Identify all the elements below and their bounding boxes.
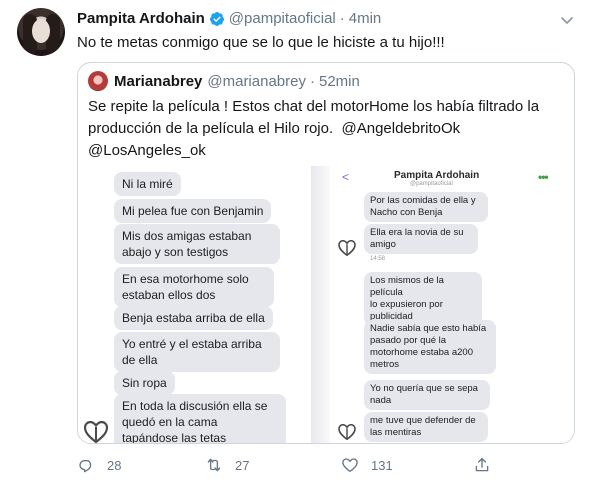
chat-bubble: Nadie sabía que esto había pasado por qu… <box>364 320 496 374</box>
tweet-time[interactable]: 4min <box>349 10 382 27</box>
chat-bubble: En toda la discusión ella se quedó en la… <box>114 394 286 444</box>
chat-bubble: Yo no quería que se sepa nada <box>364 380 490 410</box>
chat-screenshot-right: < Pampita Ardohain @pampitaoficial ••• P… <box>330 166 574 443</box>
reply-button[interactable]: 28 <box>77 456 121 474</box>
chat-bubble-line: Nadie sabía que esto había <box>370 323 487 334</box>
chat-bubble-line: quedó en la cama <box>122 415 218 429</box>
chat-bubble: Ni la miré <box>114 172 181 196</box>
chat-bubble-line: lo expusieron por <box>370 299 443 310</box>
like-button[interactable]: 131 <box>341 456 393 474</box>
verified-badge-icon <box>209 11 224 26</box>
separator-dot: · <box>309 72 315 90</box>
heart-avatar-icon <box>338 424 356 440</box>
chat-bubble: Mis dos amigas estaban abajo y son testi… <box>114 224 280 264</box>
mention-losangeles[interactable]: @LosAngeles_ok <box>88 140 568 162</box>
chat-bubble: Benja estaba arriba de ella <box>114 306 273 330</box>
back-icon: < <box>342 170 350 184</box>
heart-avatar-icon <box>338 240 356 256</box>
chat-bubble-line: las mentiras <box>370 427 422 438</box>
chat-contact-handle: @pampitaoficial <box>410 181 453 187</box>
chat-timestamp: 14:58 <box>370 256 386 262</box>
chat-bubble: Yo entré y el estaba arriba de ella <box>114 332 280 372</box>
share-button[interactable] <box>473 456 503 474</box>
quoted-text-line-2: producción de la película el Hilo rojo. … <box>88 118 568 140</box>
chat-bubble-line: Por las comidas de ella y <box>370 195 476 206</box>
chat-bubble-line: Los mismos de la película <box>370 275 444 298</box>
author-avatar[interactable] <box>17 8 65 56</box>
reply-count: 28 <box>107 457 122 473</box>
chat-contact-name: Pampita Ardohain <box>394 170 480 181</box>
quoted-text-line-2-body: producción de la película el Hilo rojo. <box>88 120 334 137</box>
quoted-tweet-header: Marianabrey @marianabrey · 52min <box>88 71 360 91</box>
tweet-header: Pampita Ardohain @pampitaoficial · 4min <box>77 10 381 27</box>
quoted-author-avatar <box>88 71 108 91</box>
like-count: 131 <box>371 457 393 473</box>
chat-header: < Pampita Ardohain @pampitaoficial ••• <box>330 166 574 188</box>
chat-bubble-line: Yo no quería que se sepa <box>370 383 478 394</box>
chat-bubble-line: En toda la discusión ella se <box>122 399 268 413</box>
avatar-face <box>32 19 50 43</box>
chat-bubble-line: amigo <box>370 239 396 250</box>
tweet-card[interactable]: Pampita Ardohain @pampitaoficial · 4min … <box>0 0 591 482</box>
retweet-button[interactable]: 27 <box>205 456 249 474</box>
author-name[interactable]: Pampita Ardohain <box>77 10 205 27</box>
chat-bubble-line: abajo y son testigos <box>122 245 229 259</box>
retweet-count: 27 <box>235 457 250 473</box>
chat-bubble-line: pasado por qué la <box>370 335 447 346</box>
quoted-text-line-1: Se repite la película ! Estos chat del m… <box>88 98 540 115</box>
author-handle[interactable]: @pampitaoficial <box>229 10 336 27</box>
chat-bubble-line: Nacho con Benja <box>370 207 443 218</box>
menu-dots-icon: ••• <box>538 170 549 184</box>
quoted-tweet-time: 52min <box>318 72 360 90</box>
chat-bubble-line: metros <box>370 359 400 370</box>
chat-screenshot-left: Ni la miré Mi pelea fue con Benjamin Mis… <box>78 166 311 444</box>
chat-bubble-line: estaban ellos dos <box>122 288 216 302</box>
heart-icon <box>342 458 358 473</box>
chat-bubble-line: de ella <box>122 353 158 367</box>
share-icon <box>475 457 489 472</box>
retweet-icon <box>207 458 221 472</box>
chat-bubble-line: En esa motorhome solo <box>122 272 249 286</box>
chat-bubble: Mi pelea fue con Benjamin <box>114 199 272 223</box>
chat-bubble: Sin ropa <box>114 371 175 395</box>
chat-bubble-line: motorhome estaba a200 <box>370 347 473 358</box>
tweet-text: No te metas conmigo que se lo que le hic… <box>77 34 445 51</box>
mention-angeldebrito[interactable]: @AngeldebritoOk <box>342 120 461 137</box>
chevron-down-icon[interactable] <box>559 12 575 28</box>
chat-bubble-line: me tuve que defender de <box>370 415 476 426</box>
chat-bubble-line: Yo entré y el estaba arriba <box>122 337 262 351</box>
chat-bubble-line: Ella era la novia de su <box>370 227 464 238</box>
tweet-actions: 28 27 131 <box>77 456 577 476</box>
quoted-author-name: Marianabrey <box>114 72 203 90</box>
chat-bubble-line: nada <box>370 395 392 406</box>
quoted-tweet[interactable]: Marianabrey @marianabrey · 52min Se repi… <box>77 62 575 444</box>
quoted-author-handle: @marianabrey <box>207 72 306 90</box>
chat-bubble: Ella era la novia de su amigo <box>364 224 478 254</box>
chat-bubble: me tuve que defender de las mentiras <box>364 412 488 442</box>
chat-bubble-line: tapándose las tetas <box>122 431 227 444</box>
separator-dot: · <box>339 10 345 27</box>
chat-bubble: Por las comidas de ella y Nacho con Benj… <box>364 192 488 222</box>
chat-bubble: Los mismos de la película lo expusieron … <box>364 272 482 326</box>
media-divider <box>311 166 330 443</box>
heart-avatar-icon <box>84 421 108 443</box>
chat-bubble: En esa motorhome solo estaban ellos dos <box>114 267 274 307</box>
chat-bubble-line: Mis dos amigas estaban <box>122 229 252 243</box>
quoted-tweet-text: Se repite la película ! Estos chat del m… <box>88 96 568 162</box>
quoted-media[interactable]: Ni la miré Mi pelea fue con Benjamin Mis… <box>78 166 574 444</box>
reply-icon <box>79 459 92 473</box>
